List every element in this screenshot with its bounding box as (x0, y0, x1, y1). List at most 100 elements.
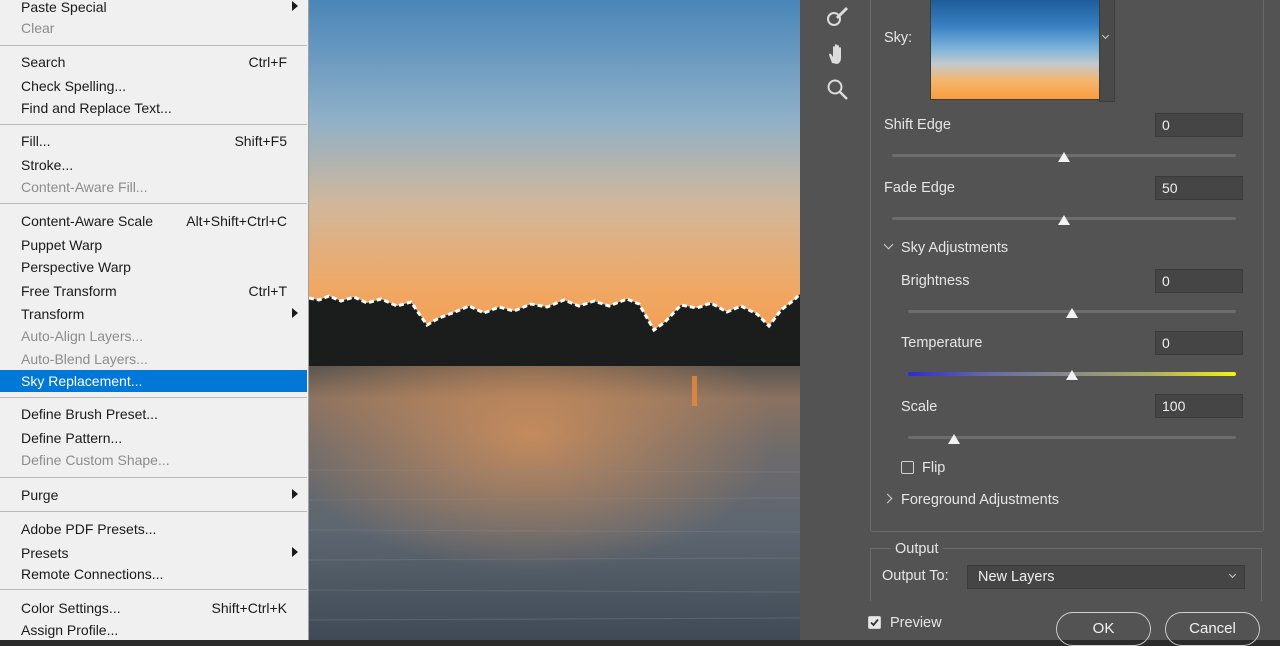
menu-item-label: Presets (21, 545, 69, 561)
menu-item-purge[interactable]: Purge (0, 484, 307, 506)
menu-separator (0, 477, 307, 478)
menu-item-label: Perspective Warp (21, 259, 131, 275)
menu-item-label: Clear (21, 20, 55, 36)
temperature-input[interactable]: 0 (1155, 331, 1243, 355)
menu-item-label: Transform (21, 306, 85, 322)
menu-item-assign-profile[interactable]: Assign Profile... (0, 619, 307, 641)
flip-checkbox[interactable] (901, 461, 914, 474)
tool-strip (800, 0, 868, 640)
menu-item-sky-replacement[interactable]: Sky Replacement... (0, 370, 307, 392)
menu-item-check-spelling[interactable]: Check Spelling... (0, 75, 307, 97)
menu-item-content-aware-scale[interactable]: Content-Aware Scale Alt+Shift+Ctrl+C (0, 210, 307, 232)
output-section-label: Output (891, 541, 943, 557)
menu-item-shortcut: Ctrl+F (248, 54, 288, 70)
submenu-arrow-icon (292, 1, 298, 11)
menu-item-label: Auto-Blend Layers... (21, 351, 148, 367)
temperature-label: Temperature (901, 335, 983, 351)
menu-item-label: Define Pattern... (21, 430, 123, 446)
menu-item-remote-connections[interactable]: Remote Connections... (0, 563, 307, 585)
submenu-arrow-icon (292, 489, 298, 499)
shift-edge-input[interactable]: 0 (1155, 113, 1243, 137)
scale-slider-thumb[interactable] (947, 434, 960, 444)
foreground-adjustments-header[interactable]: Foreground Adjustments (901, 492, 1059, 508)
menu-item-shortcut: Ctrl+T (248, 283, 288, 299)
menu-item-puppet-warp[interactable]: Puppet Warp (0, 234, 307, 256)
output-to-select[interactable]: New Layers (967, 565, 1245, 589)
menu-item-label: Paste Special (21, 0, 107, 15)
menu-item-search[interactable]: Search Ctrl+F (0, 51, 307, 73)
menu-item-free-transform[interactable]: Free Transform Ctrl+T (0, 280, 307, 302)
sky-brush-icon[interactable] (824, 4, 850, 30)
menu-separator (0, 124, 307, 125)
fade-edge-slider-thumb[interactable] (1058, 215, 1070, 225)
menu-item-label: Puppet Warp (21, 237, 103, 253)
menu-item-auto-blend-layers: Auto-Blend Layers... (0, 348, 307, 370)
brightness-label: Brightness (901, 273, 970, 289)
shift-edge-label: Shift Edge (884, 117, 951, 133)
sky-preset-dropdown[interactable] (1099, 0, 1115, 102)
menu-separator (0, 45, 307, 46)
menu-item-label: Content-Aware Fill... (21, 179, 148, 195)
chevron-down-icon (1228, 570, 1237, 579)
shift-edge-slider-thumb[interactable] (1058, 152, 1070, 162)
fade-edge-input[interactable]: 50 (1155, 176, 1243, 200)
menu-separator (0, 589, 307, 590)
menu-item-define-custom-shape: Define Custom Shape... (0, 449, 307, 471)
menu-separator (0, 397, 307, 398)
menu-item-label: Adobe PDF Presets... (21, 521, 157, 537)
temperature-slider-thumb[interactable] (1066, 370, 1078, 380)
menu-item-shortcut: Shift+Ctrl+K (211, 600, 287, 616)
sky-replacement-panel: Sky: Shift Edge 0 Fade Edge 50 Sky Adjus… (868, 0, 1280, 646)
menu-item-perspective-warp[interactable]: Perspective Warp (0, 256, 307, 278)
menu-item-fill[interactable]: Fill... Shift+F5 (0, 130, 307, 152)
menu-item-label: Find and Replace Text... (21, 100, 172, 116)
menu-item-clear: Clear (0, 17, 307, 39)
scale-input[interactable]: 100 (1155, 394, 1243, 418)
brightness-input[interactable]: 0 (1155, 269, 1243, 293)
sky-preset-thumbnail[interactable] (930, 0, 1101, 100)
preview-checkbox[interactable] (868, 616, 881, 629)
menu-item-transform[interactable]: Transform (0, 303, 307, 325)
menu-item-paste-special[interactable]: Paste Special (0, 0, 307, 18)
photo-canvas[interactable] (309, 0, 800, 640)
menu-item-label: Assign Profile... (21, 622, 119, 638)
menu-item-label: Check Spelling... (21, 78, 127, 94)
menu-item-label: Define Custom Shape... (21, 452, 170, 468)
menu-item-auto-align-layers: Auto-Align Layers... (0, 325, 307, 347)
scale-label: Scale (901, 399, 938, 415)
menu-separator (0, 203, 307, 204)
menu-item-label: Stroke... (21, 157, 74, 173)
menu-item-content-aware-fill: Content-Aware Fill... (0, 176, 307, 198)
photo-image (309, 0, 800, 640)
sky-label: Sky: (884, 30, 913, 46)
cancel-button[interactable]: Cancel (1165, 612, 1260, 646)
hand-icon[interactable] (824, 41, 850, 67)
menu-item-stroke[interactable]: Stroke... (0, 154, 307, 176)
menu-item-define-pattern[interactable]: Define Pattern... (0, 427, 307, 449)
output-to-value: New Layers (978, 569, 1055, 585)
menu-item-label: Fill... (21, 133, 51, 149)
menu-item-label: Content-Aware Scale (21, 213, 154, 229)
menu-item-define-brush-preset[interactable]: Define Brush Preset... (0, 403, 307, 425)
chevron-down-icon (1101, 31, 1110, 40)
submenu-arrow-icon (292, 547, 298, 557)
menu-item-label: Free Transform (21, 283, 117, 299)
brightness-slider-thumb[interactable] (1066, 308, 1078, 318)
preview-label: Preview (890, 615, 942, 631)
menu-item-label: Purge (21, 487, 59, 503)
menu-item-presets[interactable]: Presets (0, 542, 307, 564)
menu-item-shortcut: Shift+F5 (234, 133, 287, 149)
ok-button[interactable]: OK (1056, 612, 1151, 646)
menu-item-shortcut: Alt+Shift+Ctrl+C (186, 213, 287, 229)
sky-adjustments-header[interactable]: Sky Adjustments (901, 240, 1008, 256)
menu-item-label: Search (21, 54, 66, 70)
menu-item-label: Color Settings... (21, 600, 121, 616)
menu-item-label: Remote Connections... (21, 566, 164, 582)
menu-item-adobe-pdf-presets[interactable]: Adobe PDF Presets... (0, 518, 307, 540)
output-to-label: Output To: (882, 568, 949, 584)
menu-item-find-and-replace-text[interactable]: Find and Replace Text... (0, 97, 307, 119)
menu-separator (0, 511, 307, 512)
zoom-icon[interactable] (824, 76, 850, 102)
flip-label: Flip (922, 460, 946, 476)
menu-item-color-settings[interactable]: Color Settings... Shift+Ctrl+K (0, 597, 307, 619)
